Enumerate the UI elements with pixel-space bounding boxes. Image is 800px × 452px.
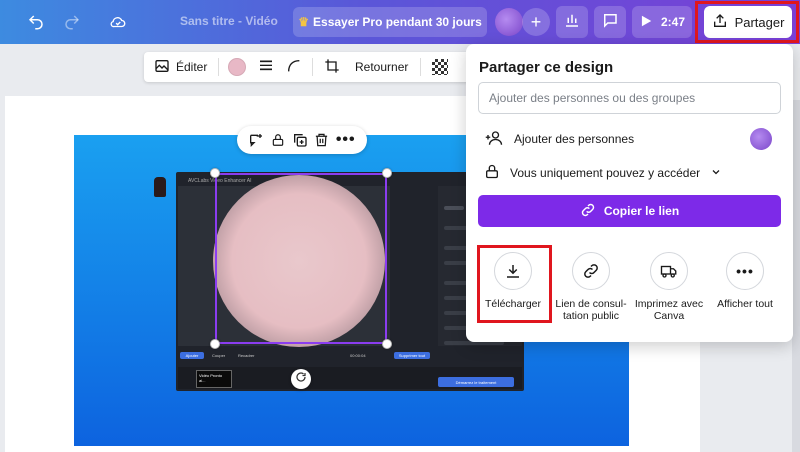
show-all-option[interactable]: ••• Afficher tout xyxy=(704,252,786,310)
image-edit-icon xyxy=(154,58,170,77)
embedded-crop-label: Recadrer xyxy=(238,353,255,358)
selection-outline xyxy=(215,173,387,344)
divider xyxy=(420,58,421,76)
highlight-share-annotation xyxy=(695,1,799,43)
play-icon xyxy=(639,14,653,31)
transparency-button[interactable] xyxy=(432,52,448,82)
more-icon: ••• xyxy=(726,252,764,290)
redo-icon[interactable] xyxy=(60,10,84,34)
duplicate-icon[interactable] xyxy=(292,132,308,148)
lock-icon[interactable] xyxy=(271,132,285,148)
share-panel-title: Partager ce design xyxy=(479,59,614,76)
embedded-thumbnail: Vidéo Pronto ai... xyxy=(196,370,232,388)
add-people-label: Ajouter des personnes xyxy=(514,132,635,146)
insights-button[interactable] xyxy=(556,6,588,38)
truck-icon xyxy=(650,252,688,290)
embedded-timecode: 00:00:04 xyxy=(350,353,366,358)
add-people-row[interactable]: Ajouter des personnes xyxy=(484,129,634,149)
try-pro-button[interactable]: ♛ Essayer Pro pendant 30 jours xyxy=(293,7,487,37)
link-icon xyxy=(580,202,596,221)
edit-image-button[interactable]: Éditer xyxy=(154,52,207,82)
border-weight-icon xyxy=(258,58,274,77)
present-button[interactable]: 2:47 xyxy=(632,6,692,38)
add-comment-icon[interactable] xyxy=(248,132,264,148)
embedded-add-button: Ajouter xyxy=(180,352,204,359)
input-placeholder: Ajouter des personnes ou des groupes xyxy=(489,91,696,105)
play-time: 2:47 xyxy=(660,15,686,29)
rotate-handle[interactable] xyxy=(291,369,311,389)
access-dropdown[interactable]: Vous uniquement pouvez y accéder xyxy=(484,163,722,183)
transparency-icon xyxy=(432,59,448,75)
try-pro-label: Essayer Pro pendant 30 jours xyxy=(313,15,482,29)
user-avatar[interactable] xyxy=(495,8,523,36)
chevron-down-icon xyxy=(710,166,722,181)
public-link-option[interactable]: Lien de consul-tation public xyxy=(550,252,632,322)
add-people-input[interactable]: Ajouter des personnes ou des groupes xyxy=(478,82,781,114)
corner-radius-icon xyxy=(286,58,302,77)
rotate-icon xyxy=(295,370,307,388)
show-all-label: Afficher tout xyxy=(717,298,773,310)
top-bar: Sans titre - Vidéo ♛ Essayer Pro pendant… xyxy=(0,0,800,44)
object-toolbar: ••• xyxy=(237,126,367,154)
lock-icon xyxy=(484,163,500,183)
link-icon xyxy=(572,252,610,290)
color-swatch xyxy=(228,58,246,76)
comment-icon xyxy=(601,11,619,34)
setting-line xyxy=(444,206,464,210)
resize-handle[interactable] xyxy=(382,168,392,178)
embedded-start-button: Démarrez le traitement xyxy=(438,377,514,387)
divider xyxy=(312,58,313,76)
embedded-delete-all: Supprimer tout xyxy=(394,352,430,359)
color-button[interactable] xyxy=(228,52,246,82)
highlight-download-annotation xyxy=(477,245,552,323)
crop-button[interactable] xyxy=(324,52,340,82)
edit-label: Éditer xyxy=(176,60,208,74)
resize-handle[interactable] xyxy=(210,339,220,349)
divider xyxy=(218,58,219,76)
context-toolbar: Éditer Retourner xyxy=(144,52,474,82)
border-style-button[interactable] xyxy=(258,52,274,82)
cloud-saved-icon[interactable] xyxy=(106,10,130,34)
chart-icon xyxy=(563,11,581,34)
print-option[interactable]: Imprimez avec Canva xyxy=(628,252,710,322)
crop-icon xyxy=(324,58,340,77)
vertical-scrollbar[interactable] xyxy=(792,100,800,452)
resize-handle[interactable] xyxy=(382,339,392,349)
embedded-cut-label: Couper xyxy=(212,353,226,358)
person-sticker[interactable] xyxy=(154,177,166,197)
plus-icon[interactable]: + xyxy=(522,8,550,36)
add-people-icon xyxy=(484,129,504,150)
comment-button[interactable] xyxy=(594,6,626,38)
document-title[interactable]: Sans titre - Vidéo xyxy=(180,14,278,28)
more-icon[interactable]: ••• xyxy=(336,131,356,149)
trash-icon[interactable] xyxy=(314,132,329,148)
copy-link-label: Copier le lien xyxy=(603,204,680,218)
undo-icon[interactable] xyxy=(24,10,48,34)
access-label: Vous uniquement pouvez y accéder xyxy=(510,166,701,180)
crown-icon: ♛ xyxy=(298,15,310,29)
corner-rounding-button[interactable] xyxy=(286,52,302,82)
flip-button[interactable]: Retourner xyxy=(355,52,408,82)
flip-label: Retourner xyxy=(355,60,409,74)
collaborator-avatar xyxy=(750,128,772,150)
resize-handle[interactable] xyxy=(210,168,220,178)
copy-link-button[interactable]: Copier le lien xyxy=(478,195,781,227)
print-label: Imprimez avec Canva xyxy=(634,298,704,322)
public-link-label: Lien de consul-tation public xyxy=(555,298,627,322)
